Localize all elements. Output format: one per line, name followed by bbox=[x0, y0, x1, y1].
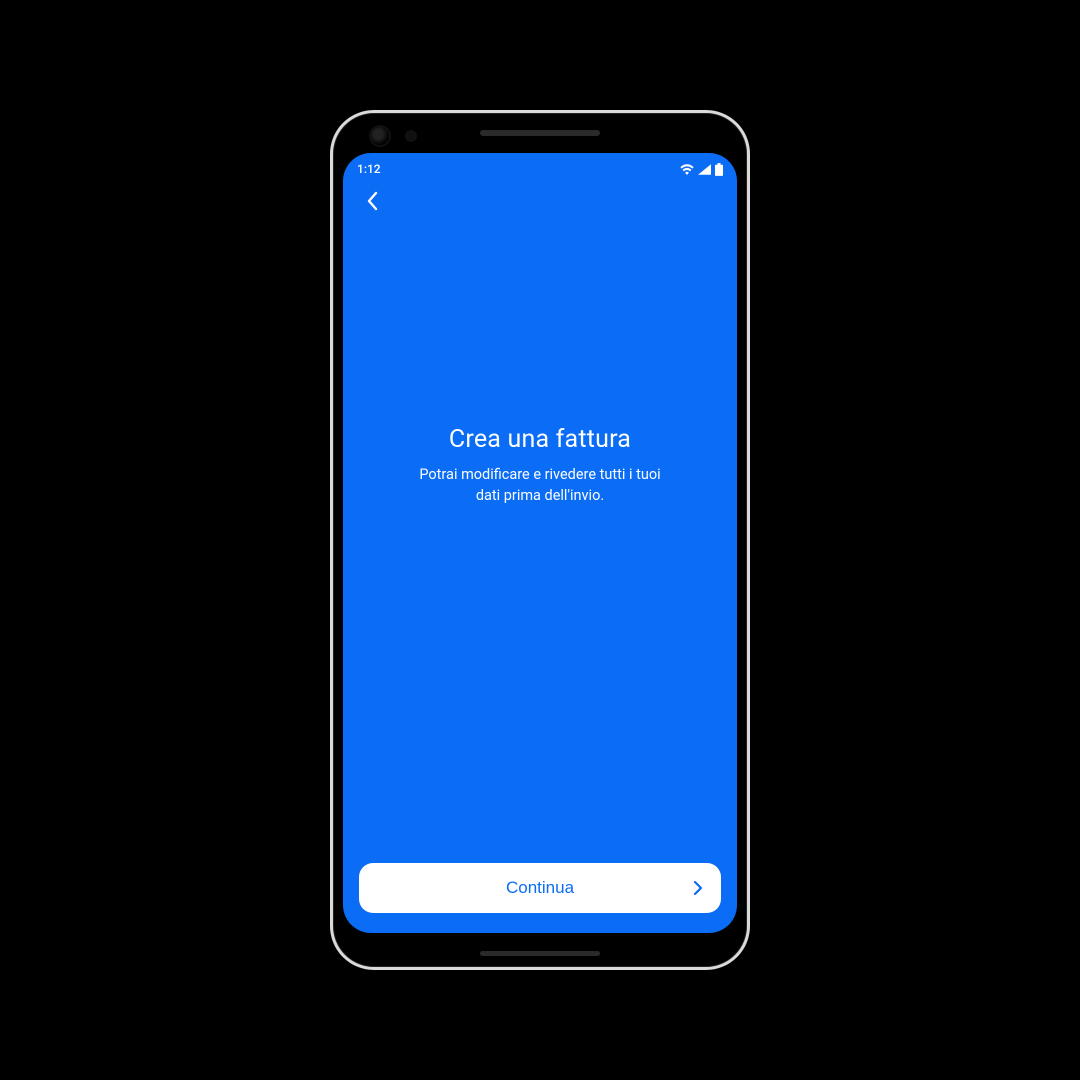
power-button-hw bbox=[749, 393, 750, 483]
battery-icon bbox=[715, 163, 723, 176]
phone-device-frame: 1:12 Crea una fattura bbox=[330, 110, 750, 970]
chevron-right-icon bbox=[693, 880, 703, 896]
device-top-bezel bbox=[333, 113, 747, 153]
app-screen: 1:12 Crea una fattura bbox=[343, 153, 737, 933]
page-subtitle: Potrai modificare e rivedere tutti i tuo… bbox=[410, 464, 670, 506]
status-bar: 1:12 bbox=[343, 153, 737, 181]
status-icons bbox=[680, 163, 723, 176]
device-bottom-bezel bbox=[333, 939, 747, 967]
volume-button-hw bbox=[749, 523, 750, 593]
front-camera-icon bbox=[371, 127, 389, 145]
bottom-speaker bbox=[480, 951, 600, 956]
continue-button-label: Continua bbox=[506, 878, 574, 898]
earpiece-speaker bbox=[480, 130, 600, 136]
chevron-left-icon bbox=[367, 191, 379, 215]
page-title: Crea una fattura bbox=[449, 425, 631, 454]
footer: Continua bbox=[343, 863, 737, 933]
back-button[interactable] bbox=[357, 187, 389, 219]
nav-bar bbox=[343, 181, 737, 225]
status-time: 1:12 bbox=[357, 162, 381, 176]
continue-button[interactable]: Continua bbox=[359, 863, 721, 913]
main-content: Crea una fattura Potrai modificare e riv… bbox=[343, 225, 737, 863]
sensor-dot-icon bbox=[405, 130, 417, 142]
wifi-icon bbox=[680, 164, 694, 175]
signal-icon bbox=[698, 164, 711, 175]
